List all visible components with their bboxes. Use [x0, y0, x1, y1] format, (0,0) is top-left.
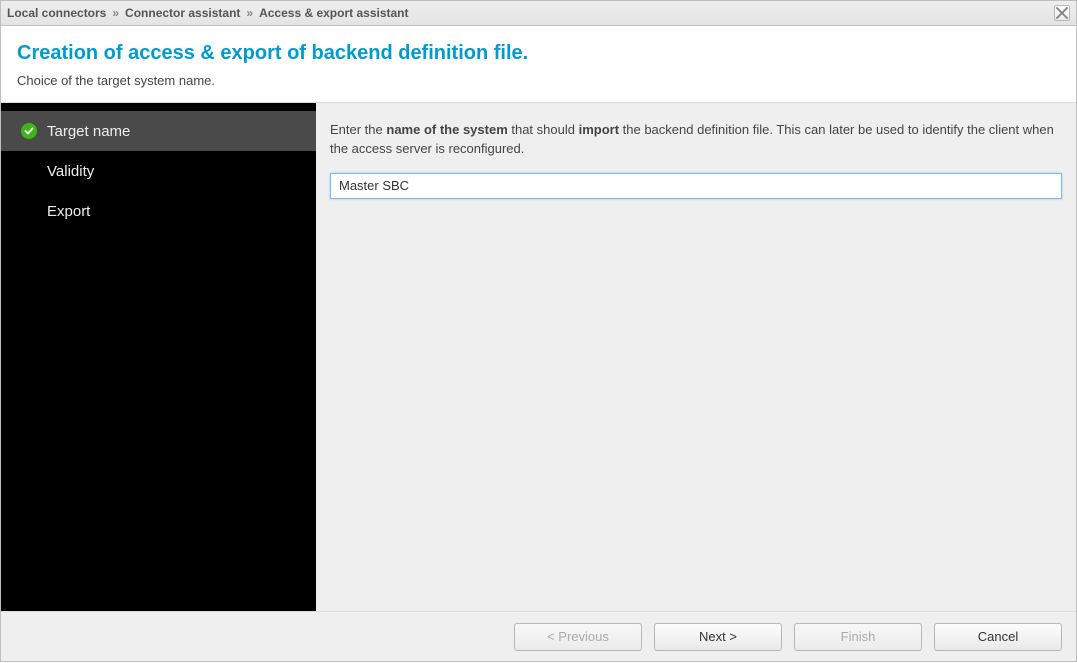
close-button[interactable] [1054, 5, 1070, 21]
breadcrumb-item-3[interactable]: Access & export assistant [259, 6, 408, 20]
breadcrumb: Local connectors » Connector assistant »… [7, 6, 409, 20]
dialog-body: Creation of access & export of backend d… [0, 26, 1077, 662]
instruction-bold: import [579, 122, 619, 137]
instruction-text: Enter the name of the system that should… [330, 121, 1062, 159]
close-icon [1055, 6, 1069, 20]
previous-button[interactable]: < Previous [514, 623, 642, 651]
instruction-bold: name of the system [386, 122, 507, 137]
instruction-part: that should [508, 122, 579, 137]
wizard-footer: < Previous Next > Finish Cancel [1, 611, 1076, 661]
instruction-part: Enter the [330, 122, 386, 137]
breadcrumb-item-1[interactable]: Local connectors [7, 6, 106, 20]
wizard-step-label: Export [47, 203, 90, 220]
breadcrumb-item-2[interactable]: Connector assistant [125, 6, 240, 20]
wizard-sidebar: Target name Validity Export [1, 103, 316, 611]
step-icon-placeholder [21, 163, 37, 179]
system-name-input[interactable] [330, 173, 1062, 199]
page-subtitle: Choice of the target system name. [17, 73, 1060, 88]
wizard-step-target-name[interactable]: Target name [1, 111, 316, 151]
dialog-header: Creation of access & export of backend d… [1, 26, 1076, 103]
breadcrumb-separator: » [246, 6, 253, 20]
wizard-step-export[interactable]: Export [1, 191, 316, 231]
content-area: Target name Validity Export Enter the na… [1, 103, 1076, 611]
step-icon-placeholder [21, 203, 37, 219]
next-button[interactable]: Next > [654, 623, 782, 651]
titlebar: Local connectors » Connector assistant »… [0, 0, 1077, 26]
wizard-step-label: Validity [47, 163, 94, 180]
page-title: Creation of access & export of backend d… [17, 42, 1060, 65]
finish-button[interactable]: Finish [794, 623, 922, 651]
wizard-step-label: Target name [47, 123, 130, 140]
check-icon [21, 123, 37, 139]
wizard-step-validity[interactable]: Validity [1, 151, 316, 191]
breadcrumb-separator: » [112, 6, 119, 20]
cancel-button[interactable]: Cancel [934, 623, 1062, 651]
main-panel: Enter the name of the system that should… [316, 103, 1076, 611]
